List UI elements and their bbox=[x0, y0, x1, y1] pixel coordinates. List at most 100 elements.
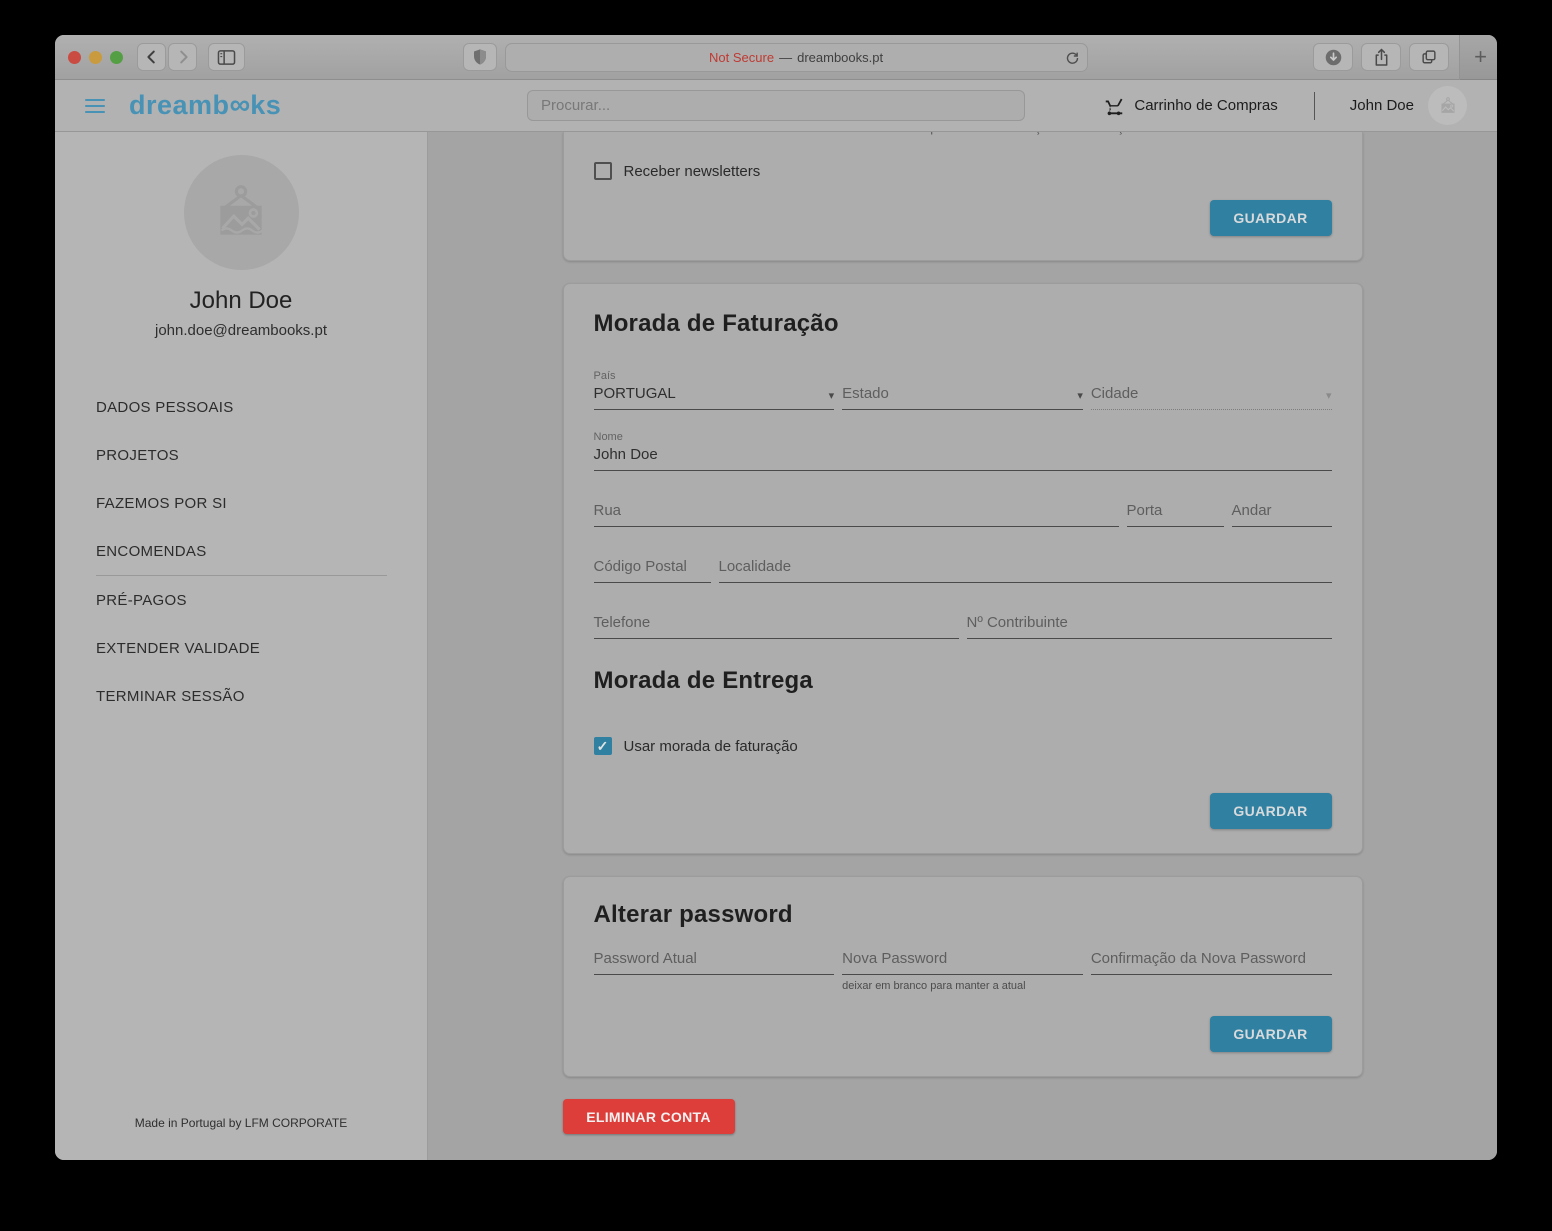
image-placeholder-icon bbox=[208, 180, 274, 246]
not-secure-label: Not Secure bbox=[709, 50, 774, 65]
password-title: Alterar password bbox=[594, 901, 1332, 929]
new-password-hint: deixar em branco para manter a atual bbox=[842, 980, 1083, 992]
url-text: dreambooks.pt bbox=[797, 50, 883, 65]
nav-buttons bbox=[137, 43, 197, 71]
forward-button[interactable] bbox=[168, 43, 197, 71]
shield-icon bbox=[472, 48, 488, 66]
use-billing-label: Usar morada de faturação bbox=[624, 738, 798, 755]
toolbar-right-buttons bbox=[1313, 43, 1449, 71]
street-placeholder: Rua bbox=[594, 502, 622, 519]
country-select[interactable]: PORTUGAL ▾ bbox=[594, 385, 835, 410]
privacy-shield-button[interactable] bbox=[463, 43, 497, 71]
image-placeholder-icon bbox=[1437, 95, 1459, 117]
postal-code-input[interactable]: Código Postal bbox=[594, 558, 711, 583]
door-input[interactable]: Porta bbox=[1127, 502, 1224, 527]
search-input[interactable] bbox=[527, 90, 1025, 121]
save-address-button[interactable]: GUARDAR bbox=[1210, 793, 1332, 829]
sidebar-toggle-button[interactable] bbox=[208, 43, 245, 71]
chevron-down-icon: ▾ bbox=[1326, 389, 1332, 402]
sidebar-panel-icon bbox=[217, 49, 236, 66]
cart-button[interactable]: Carrinho de Compras bbox=[1103, 95, 1277, 117]
sidebar-item-fazemos-por-si[interactable]: FAZEMOS POR SI bbox=[55, 479, 427, 527]
site-logo[interactable]: dreamb∞ks bbox=[129, 89, 281, 122]
sidebar-item-dados-pessoais[interactable]: DADOS PESSOAIS bbox=[55, 383, 427, 431]
change-password-card: Alterar password Password Atual Nova Pas… bbox=[563, 876, 1363, 1077]
state-placeholder: Estado bbox=[842, 385, 889, 402]
chevron-right-icon bbox=[174, 48, 192, 66]
clipped-hint-wrap: para envio de notificações e comunicaçõe… bbox=[594, 132, 1332, 138]
use-billing-checkbox[interactable]: ✓ bbox=[594, 737, 612, 755]
city-select[interactable]: Cidade ▾ bbox=[1091, 385, 1332, 410]
logo-text-end: ks bbox=[250, 90, 281, 120]
newsletter-label: Receber newsletters bbox=[624, 163, 761, 180]
infinity-icon: ∞ bbox=[230, 89, 251, 121]
downloads-button[interactable] bbox=[1313, 43, 1353, 71]
sidebar-item-projetos[interactable]: PROJETOS bbox=[55, 431, 427, 479]
browser-toolbar: Not Secure — dreambooks.pt + bbox=[55, 35, 1497, 80]
billing-address-card: Morada de Faturação País PORTUGAL ▾ bbox=[563, 283, 1363, 854]
main-content: para envio de notificações e comunicaçõe… bbox=[428, 132, 1497, 1160]
phone-input[interactable]: Telefone bbox=[594, 614, 959, 639]
share-icon bbox=[1373, 48, 1390, 67]
vat-input[interactable]: Nº Contribuinte bbox=[967, 614, 1332, 639]
sidebar-menu: DADOS PESSOAIS PROJETOS FAZEMOS POR SI E… bbox=[55, 383, 427, 720]
current-password-input[interactable]: Password Atual bbox=[594, 950, 835, 975]
street-input[interactable]: Rua bbox=[594, 502, 1119, 527]
confirm-password-input[interactable]: Confirmação da Nova Password bbox=[1091, 950, 1332, 975]
user-avatar[interactable] bbox=[1428, 86, 1467, 125]
reload-icon bbox=[1065, 50, 1080, 66]
notifications-hint: para envio de notificações e comunicaçõe… bbox=[931, 132, 1332, 135]
site-header: dreamb∞ks Carrinho de Compras John Doe bbox=[55, 80, 1497, 132]
window-controls bbox=[68, 51, 123, 64]
profile-name: John Doe bbox=[190, 287, 293, 315]
sidebar-item-terminar-sessao[interactable]: TERMINAR SESSÃO bbox=[55, 672, 427, 720]
new-password-placeholder: Nova Password bbox=[842, 950, 947, 967]
save-password-button[interactable]: GUARDAR bbox=[1210, 1016, 1332, 1052]
sidebar-item-extender-validade[interactable]: EXTENDER VALIDADE bbox=[55, 624, 427, 672]
country-label: País bbox=[594, 370, 835, 385]
profile-email: john.doe@dreambooks.pt bbox=[155, 322, 327, 339]
use-billing-checkbox-row[interactable]: ✓ Usar morada de faturação bbox=[594, 737, 1332, 755]
personal-data-card: para envio de notificações e comunicaçõe… bbox=[563, 132, 1363, 261]
newsletter-checkbox[interactable] bbox=[594, 162, 612, 180]
search-box bbox=[527, 90, 1025, 121]
close-window-button[interactable] bbox=[68, 51, 81, 64]
new-password-input[interactable]: Nova Password bbox=[842, 950, 1083, 975]
locality-input[interactable]: Localidade bbox=[719, 558, 1332, 583]
confirm-password-placeholder: Confirmação da Nova Password bbox=[1091, 950, 1306, 967]
state-select[interactable]: Estado ▾ bbox=[842, 385, 1083, 410]
reload-button[interactable] bbox=[1065, 50, 1080, 66]
new-tab-button[interactable]: + bbox=[1474, 44, 1487, 70]
tabs-overview-button[interactable] bbox=[1409, 43, 1449, 71]
share-button[interactable] bbox=[1361, 43, 1401, 71]
window-body: John Doe john.doe@dreambooks.pt DADOS PE… bbox=[55, 132, 1497, 1160]
menu-button[interactable] bbox=[85, 99, 105, 113]
fullscreen-window-button[interactable] bbox=[110, 51, 123, 64]
sidebar: John Doe john.doe@dreambooks.pt DADOS PE… bbox=[55, 132, 428, 1160]
floor-input[interactable]: Andar bbox=[1232, 502, 1332, 527]
save-personal-button[interactable]: GUARDAR bbox=[1210, 200, 1332, 236]
sidebar-item-encomendas[interactable]: ENCOMENDAS bbox=[55, 527, 427, 575]
download-icon bbox=[1324, 48, 1343, 67]
minimize-window-button[interactable] bbox=[89, 51, 102, 64]
locality-placeholder: Localidade bbox=[719, 558, 792, 575]
vat-placeholder: Nº Contribuinte bbox=[967, 614, 1068, 631]
door-placeholder: Porta bbox=[1127, 502, 1163, 519]
name-value: John Doe bbox=[594, 446, 658, 463]
header-divider bbox=[1314, 92, 1315, 120]
back-button[interactable] bbox=[137, 43, 166, 71]
tabs-icon bbox=[1420, 48, 1438, 66]
postal-code-placeholder: Código Postal bbox=[594, 558, 687, 575]
delete-account-button[interactable]: ELIMINAR CONTA bbox=[563, 1099, 735, 1134]
user-menu[interactable]: John Doe bbox=[1350, 97, 1414, 114]
shipping-title: Morada de Entrega bbox=[594, 667, 1332, 695]
chevron-down-icon: ▾ bbox=[1077, 389, 1083, 402]
address-bar[interactable]: Not Secure — dreambooks.pt bbox=[505, 43, 1088, 72]
newsletter-checkbox-row[interactable]: Receber newsletters bbox=[594, 162, 1332, 180]
chevron-left-icon bbox=[143, 48, 161, 66]
cart-icon bbox=[1103, 95, 1125, 117]
name-input[interactable]: John Doe bbox=[594, 446, 1332, 471]
sidebar-item-pre-pagos[interactable]: PRÉ-PAGOS bbox=[55, 576, 427, 624]
cart-label: Carrinho de Compras bbox=[1134, 97, 1277, 114]
floor-placeholder: Andar bbox=[1232, 502, 1272, 519]
